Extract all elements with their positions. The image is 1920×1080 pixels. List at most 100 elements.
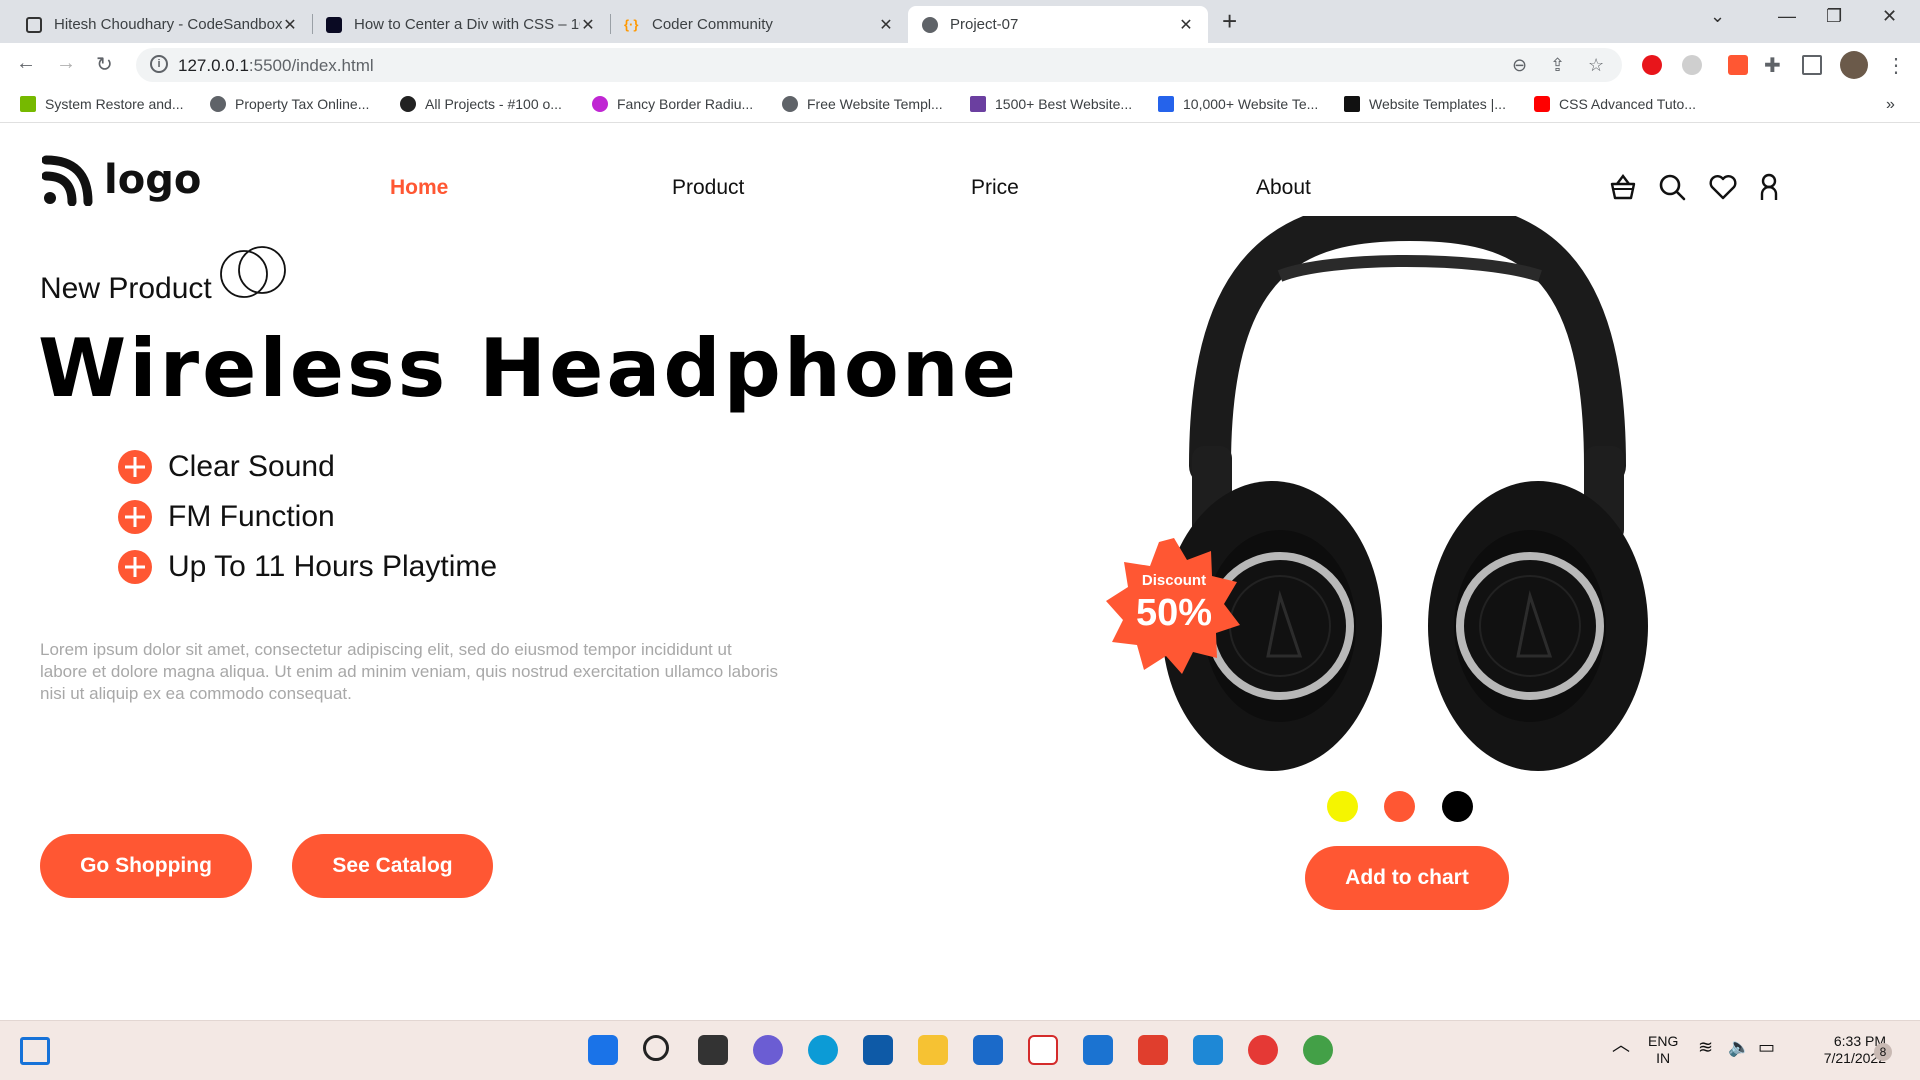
nav-product[interactable]: Product — [672, 176, 744, 200]
sublime-icon[interactable] — [863, 1035, 893, 1065]
reload-icon[interactable]: ↻ — [96, 52, 113, 77]
volume-icon[interactable]: 🔈 — [1728, 1038, 1750, 1056]
puzzle-icon[interactable]: ✚ — [1764, 53, 1784, 77]
bookmark-item[interactable]: All Projects - #100 o... — [400, 96, 562, 112]
search-icon[interactable] — [1657, 172, 1687, 202]
bookmark-label: Fancy Border Radiu... — [617, 96, 754, 112]
codesandbox-icon — [26, 16, 42, 33]
bookmark-item[interactable]: CSS Advanced Tuto... — [1534, 96, 1696, 112]
wifi-icon[interactable]: ≋ — [1698, 1038, 1713, 1056]
start-icon[interactable] — [588, 1035, 618, 1065]
url-text[interactable]: 127.0.0.1:5500/index.html — [178, 56, 374, 76]
chrome-profile-icon[interactable] — [1303, 1035, 1333, 1065]
tab-codesandbox[interactable]: Hitesh Choudhary - CodeSandbox ✕ — [12, 6, 312, 43]
forward-icon[interactable]: → — [56, 52, 76, 75]
opera-extension-icon[interactable] — [1642, 55, 1662, 75]
site-logo[interactable]: logo — [42, 154, 201, 206]
color-option-orange[interactable] — [1384, 791, 1415, 822]
close-icon[interactable]: ✕ — [1178, 15, 1194, 35]
tab-project-07[interactable]: Project-07 ✕ — [908, 6, 1208, 43]
list-item: Up To 11 Hours Playtime — [118, 542, 497, 592]
clock[interactable]: 6:33 PM 7/21/2022 — [1798, 1033, 1886, 1067]
bookmark-star-icon[interactable]: ☆ — [1588, 55, 1604, 76]
menu-dots-icon[interactable]: ⋮ — [1886, 53, 1906, 77]
bookmark-item[interactable]: Fancy Border Radiu... — [592, 96, 753, 112]
freecodecamp-icon — [326, 16, 342, 33]
mail-icon[interactable] — [1083, 1035, 1113, 1065]
info-icon[interactable]: i — [150, 55, 168, 73]
chrome-icon[interactable] — [1248, 1035, 1278, 1065]
bookmark-item[interactable]: Website Templates |... — [1344, 96, 1506, 112]
youtube-icon — [1534, 96, 1550, 112]
more-bookmarks-icon[interactable]: » — [1886, 96, 1895, 114]
basket-icon[interactable] — [1608, 172, 1638, 202]
store-icon[interactable] — [973, 1035, 1003, 1065]
user-icon[interactable] — [1754, 172, 1784, 202]
battery-icon[interactable]: ▭ — [1758, 1038, 1775, 1056]
widgets-icon[interactable] — [20, 1037, 50, 1065]
see-catalog-button[interactable]: See Catalog — [292, 834, 493, 898]
language-code: ENG — [1648, 1033, 1679, 1049]
colorlib-icon — [970, 96, 986, 112]
go-shopping-button[interactable]: Go Shopping — [40, 834, 252, 898]
task-view-icon[interactable] — [698, 1035, 728, 1065]
color-option-yellow[interactable] — [1327, 791, 1358, 822]
logo-text: logo — [104, 157, 202, 203]
extension-icon[interactable] — [1682, 55, 1702, 75]
plus-icon — [118, 450, 152, 484]
close-icon[interactable]: ✕ — [282, 15, 298, 35]
close-icon[interactable]: ✕ — [580, 15, 596, 35]
fancy-border-icon — [592, 96, 608, 112]
share-icon[interactable]: ⇪ — [1550, 55, 1565, 76]
product-description: Lorem ipsum dolor sit amet, consectetur … — [40, 640, 778, 703]
nav-about[interactable]: About — [1256, 176, 1311, 200]
tab-center-div[interactable]: How to Center a Div with CSS – 10 ✕ — [312, 6, 610, 43]
plus-icon — [118, 550, 152, 584]
close-window-button[interactable]: ✕ — [1882, 6, 1897, 27]
tab-title: Project-07 — [950, 16, 1019, 33]
close-icon[interactable]: ✕ — [878, 15, 894, 35]
tab-title: Coder Community — [652, 16, 773, 33]
bookmark-item[interactable]: Property Tax Online... — [210, 96, 369, 112]
bookmark-item[interactable]: Free Website Templ... — [782, 96, 943, 112]
bookmark-item[interactable]: System Restore and... — [20, 96, 184, 112]
minimize-button[interactable]: — — [1778, 6, 1796, 27]
add-to-cart-button[interactable]: Add to chart — [1305, 846, 1509, 910]
bookmark-label: Free Website Templ... — [807, 96, 943, 112]
gift-icon[interactable] — [1028, 1035, 1058, 1065]
back-icon[interactable]: ← — [16, 52, 36, 75]
maximize-button[interactable]: ❐ — [1826, 6, 1842, 27]
nav-home[interactable]: Home — [390, 176, 448, 200]
nav-price[interactable]: Price — [971, 176, 1019, 200]
globe-icon — [922, 16, 938, 33]
colorpicker-extension-icon[interactable] — [1728, 55, 1748, 75]
anydesk-icon[interactable] — [1138, 1035, 1168, 1065]
vscode-icon[interactable] — [1193, 1035, 1223, 1065]
codepen-icon — [400, 96, 416, 112]
wix-icon — [1344, 96, 1360, 112]
address-bar[interactable]: i 127.0.0.1:5500/index.html ⊖ ⇪ ☆ — [136, 48, 1622, 82]
tab-search-icon[interactable]: ⌄ — [1710, 6, 1725, 27]
color-option-black[interactable] — [1442, 791, 1473, 822]
search-icon[interactable] — [643, 1035, 669, 1061]
heart-icon[interactable] — [1708, 172, 1738, 202]
side-panel-icon[interactable] — [1802, 55, 1822, 75]
region-code: IN — [1656, 1050, 1671, 1066]
avatar[interactable] — [1840, 51, 1868, 79]
edge-icon[interactable] — [808, 1035, 838, 1065]
chevron-up-icon[interactable]: ︿ — [1612, 1036, 1630, 1054]
zoom-icon[interactable]: ⊖ — [1512, 55, 1527, 76]
nvidia-icon — [20, 96, 36, 112]
folder-icon[interactable] — [918, 1035, 948, 1065]
language-indicator[interactable]: ENG IN — [1648, 1033, 1678, 1067]
page-title: Wireless Headphone — [38, 322, 1019, 415]
new-tab-button[interactable]: + — [1222, 6, 1237, 36]
chat-icon[interactable] — [753, 1035, 783, 1065]
browser-toolbar: ← → ↻ i 127.0.0.1:5500/index.html ⊖ ⇪ ☆ … — [0, 43, 1920, 87]
notification-badge[interactable]: 8 — [1874, 1043, 1892, 1061]
bookmark-item[interactable]: 1500+ Best Website... — [970, 96, 1132, 112]
tab-coder-community[interactable]: {·} Coder Community ✕ — [610, 6, 908, 43]
url-host: 127.0.0.1 — [178, 56, 249, 75]
bookmark-item[interactable]: 10,000+ Website Te... — [1158, 96, 1318, 112]
url-path: :5500/index.html — [248, 56, 374, 75]
